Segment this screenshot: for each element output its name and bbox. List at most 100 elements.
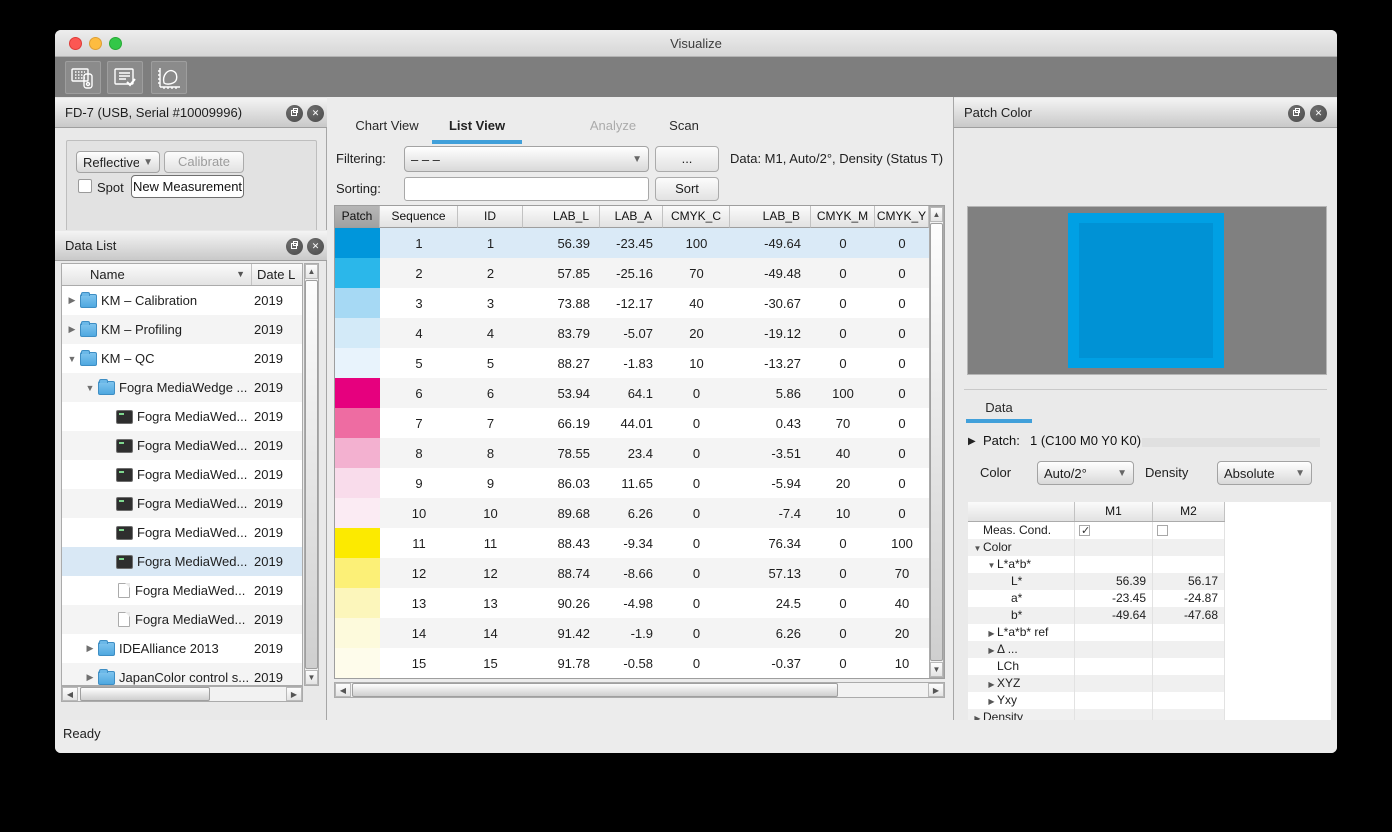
column-header-lab_l[interactable]: LAB_L (523, 206, 600, 228)
scroll-down-icon[interactable]: ▼ (930, 662, 943, 677)
scrollbar-thumb[interactable] (80, 687, 210, 701)
tree-row[interactable]: Fogra MediaWed... 2019 (62, 576, 302, 605)
patch-color-close-button[interactable]: ✕ (1310, 105, 1327, 122)
scroll-left-icon[interactable]: ◀ (335, 683, 351, 697)
table-row[interactable]: 1 1 56.39 -23.45 100 -49.64 0 0 (335, 228, 944, 258)
measurement-row[interactable]: ▶ XYZ (968, 675, 1225, 692)
tree-row[interactable]: ▼ KM – QC 2019 (62, 344, 302, 373)
table-row[interactable]: 9 9 86.03 11.65 0 -5.94 20 0 (335, 468, 944, 498)
table-row[interactable]: 11 11 88.43 -9.34 0 76.34 0 100 (335, 528, 944, 558)
disclosure-triangle-icon[interactable]: ▶ (84, 672, 96, 683)
table-row[interactable]: 2 2 57.85 -25.16 70 -49.48 0 0 (335, 258, 944, 288)
table-vertical-scrollbar[interactable]: ▲ ▼ (929, 206, 944, 678)
tree-row[interactable]: Fogra MediaWed... 2019 (62, 402, 302, 431)
scrollbar-thumb[interactable] (305, 280, 318, 669)
tree-row[interactable]: ▶ JapanColor control s... 2019 (62, 663, 302, 685)
table-row[interactable]: 14 14 91.42 -1.9 0 6.26 0 20 (335, 618, 944, 648)
tree-row[interactable]: ▶ KM – Calibration 2019 (62, 286, 302, 315)
measurement-row[interactable]: ▶ L*a*b* ref (968, 624, 1225, 641)
measurement-row[interactable]: LCh (968, 658, 1225, 675)
gamut-chart-button[interactable] (151, 61, 187, 94)
data-list-horizontal-scrollbar[interactable]: ◀ ▶ (61, 686, 303, 702)
disclosure-triangle-icon[interactable]: ▶ (986, 693, 997, 709)
disclosure-triangle-icon[interactable]: ▶ (986, 642, 997, 658)
tree-row[interactable]: Fogra MediaWed... 2019 (62, 518, 302, 547)
tree-row[interactable]: ▶ IDEAlliance 2013 2019 (62, 634, 302, 663)
measurement-row[interactable]: ▼ L*a*b* (968, 556, 1225, 573)
scrollbar-thumb[interactable] (352, 683, 838, 697)
instrument-measure-button[interactable] (65, 61, 101, 94)
tree-row[interactable]: Fogra MediaWed... 2019 (62, 489, 302, 518)
column-header-id[interactable]: ID (458, 206, 523, 228)
table-row[interactable]: 5 5 88.27 -1.83 10 -13.27 0 0 (335, 348, 944, 378)
measurement-row[interactable]: ▼ Color (968, 539, 1225, 556)
scroll-right-icon[interactable]: ▶ (286, 687, 302, 701)
tree-row[interactable]: Fogra MediaWed... 2019 (62, 605, 302, 634)
table-row[interactable]: 161688.930.970-8.6200 (335, 678, 944, 679)
table-row[interactable]: 4 4 83.79 -5.07 20 -19.12 0 0 (335, 318, 944, 348)
sort-button[interactable]: Sort (655, 177, 719, 201)
table-row[interactable]: 10 10 89.68 6.26 0 -7.4 10 0 (335, 498, 944, 528)
tab-data[interactable]: Data (966, 397, 1032, 423)
table-horizontal-scrollbar[interactable]: ◀ ▶ (334, 682, 945, 698)
tab-scan[interactable]: Scan (664, 113, 704, 144)
scroll-up-icon[interactable]: ▲ (305, 264, 318, 279)
patch-color-float-button[interactable] (1288, 105, 1305, 122)
date-column-header[interactable]: Date L (252, 264, 302, 285)
disclosure-triangle-icon[interactable]: ▶ (66, 295, 78, 306)
name-column-header[interactable]: Name ▼ (62, 264, 252, 285)
scroll-up-icon[interactable]: ▲ (930, 207, 943, 222)
tree-row[interactable]: Fogra MediaWed... 2019 (62, 431, 302, 460)
tree-row[interactable]: ▼ Fogra MediaWedge ... 2019 (62, 373, 302, 402)
tree-row[interactable]: Fogra MediaWed... 2019 (62, 547, 302, 576)
measurement-row[interactable]: b* -49.64 -47.68 (968, 607, 1225, 624)
scroll-right-icon[interactable]: ▶ (928, 683, 944, 697)
calibrate-button[interactable]: Calibrate (164, 151, 244, 173)
m2-checkbox[interactable] (1157, 525, 1168, 536)
sorting-input[interactable] (404, 177, 649, 201)
measurement-row[interactable]: Meas. Cond. (968, 522, 1225, 539)
patch-summary-row[interactable]: ▶ Patch: 1 (C100 M0 Y0 K0) (968, 433, 1325, 451)
column-header-sequence[interactable]: Sequence (380, 206, 458, 228)
disclosure-triangle-icon[interactable]: ▼ (66, 354, 78, 364)
scroll-left-icon[interactable]: ◀ (62, 687, 78, 701)
measurement-row[interactable]: ▶ Δ ... (968, 641, 1225, 658)
table-row[interactable]: 15 15 91.78 -0.58 0 -0.37 0 10 (335, 648, 944, 678)
data-list-button[interactable] (107, 61, 143, 94)
measurement-row[interactable]: ▶ Yxy (968, 692, 1225, 709)
measurement-mode-dropdown[interactable]: Reflective ▼ (76, 151, 160, 173)
tree-row[interactable]: Fogra MediaWed... 2019 (62, 460, 302, 489)
tab-chart-view[interactable]: Chart View (352, 113, 422, 144)
column-header-cmyk_c[interactable]: CMYK_C (663, 206, 730, 228)
float-panel-button[interactable] (286, 105, 303, 122)
table-row[interactable]: 12 12 88.74 -8.66 0 57.13 0 70 (335, 558, 944, 588)
table-row[interactable]: 6 6 53.94 64.1 0 5.86 100 0 (335, 378, 944, 408)
table-row[interactable]: 13 13 90.26 -4.98 0 24.5 0 40 (335, 588, 944, 618)
scrollbar-thumb[interactable] (930, 223, 943, 661)
table-row[interactable]: 8 8 78.55 23.4 0 -3.51 40 0 (335, 438, 944, 468)
data-list-close-button[interactable]: ✕ (307, 238, 324, 255)
column-header-patch[interactable]: Patch (335, 206, 380, 228)
measurement-row[interactable]: L* 56.39 56.17 (968, 573, 1225, 590)
spot-checkbox[interactable] (78, 179, 92, 193)
tab-analyze[interactable]: Analyze (583, 113, 643, 144)
close-panel-button[interactable]: ✕ (307, 105, 324, 122)
data-list-float-button[interactable] (286, 238, 303, 255)
filtering-dropdown[interactable]: – – – ▼ (404, 146, 649, 172)
column-header-lab_b[interactable]: LAB_B (730, 206, 811, 228)
disclosure-triangle-icon[interactable]: ▶ (66, 324, 78, 335)
table-row[interactable]: 3 3 73.88 -12.17 40 -30.67 0 0 (335, 288, 944, 318)
scroll-down-icon[interactable]: ▼ (305, 670, 318, 685)
disclosure-triangle-icon[interactable]: ▼ (972, 540, 983, 556)
m1-checkbox[interactable] (1079, 523, 1090, 539)
disclosure-triangle-icon[interactable]: ▶ (986, 676, 997, 692)
tree-row[interactable]: ▶ KM – Profiling 2019 (62, 315, 302, 344)
column-header-lab_a[interactable]: LAB_A (600, 206, 663, 228)
column-header-cmyk_y[interactable]: CMYK_Y (875, 206, 929, 228)
data-list-vertical-scrollbar[interactable]: ▲ ▼ (304, 263, 319, 686)
table-row[interactable]: 7 7 66.19 44.01 0 0.43 70 0 (335, 408, 944, 438)
disclosure-triangle-icon[interactable]: ▶ (986, 625, 997, 641)
disclosure-triangle-icon[interactable]: ▶ (84, 643, 96, 654)
new-measurement-button[interactable]: New Measurement (131, 175, 244, 198)
color-observer-dropdown[interactable]: Auto/2° ▼ (1037, 461, 1134, 485)
